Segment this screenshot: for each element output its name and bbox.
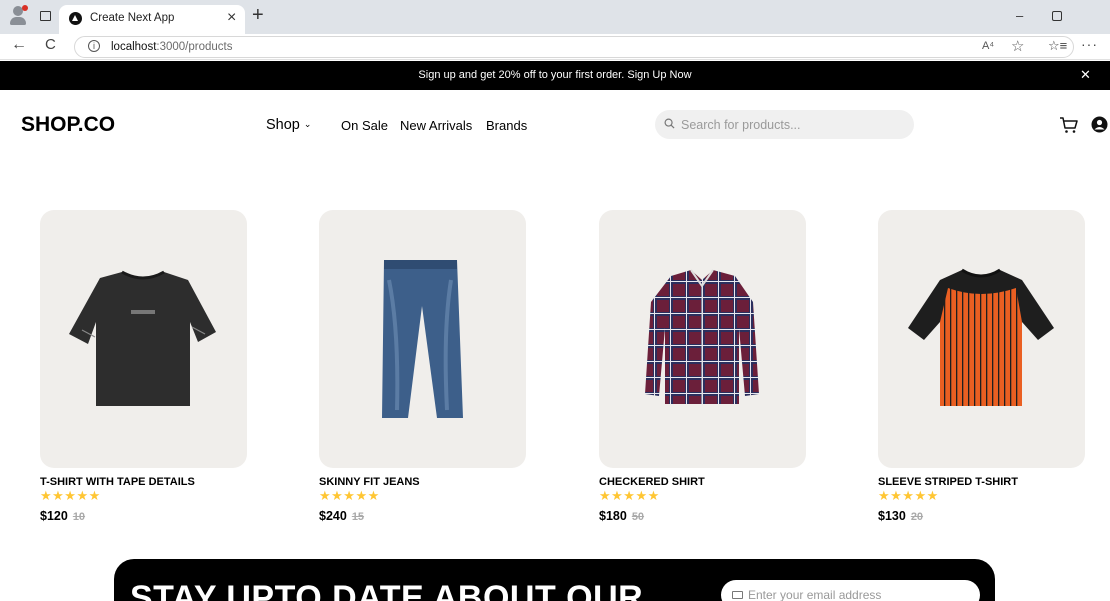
newsletter-section: STAY UPTO DATE ABOUT OUR Enter your emai… xyxy=(114,559,995,601)
address-bar-row: ← C i localhost:3000/products A⁴ ☆ ☆≡ ··… xyxy=(0,34,1110,60)
product-name[interactable]: CHECKERED SHIRT xyxy=(599,476,807,488)
product-card[interactable]: T-SHIRT WITH TAPE DETAILS ★★★★★ $120 10 xyxy=(40,210,248,523)
product-price: $240 xyxy=(319,509,347,523)
product-name[interactable]: T-SHIRT WITH TAPE DETAILS xyxy=(40,476,248,488)
chevron-down-icon: ⌄ xyxy=(303,119,312,129)
browser-tab[interactable]: Create Next App × xyxy=(59,5,245,34)
url-input[interactable]: i localhost:3000/products A⁴ ☆ xyxy=(74,36,1074,58)
rating-stars: ★★★★★ xyxy=(878,488,939,503)
profile-icon[interactable] xyxy=(8,5,30,27)
rating-stars: ★★★★★ xyxy=(40,488,101,503)
price-row: $240 15 xyxy=(319,509,527,523)
product-card[interactable]: CHECKERED SHIRT ★★★★★ $180 50 xyxy=(599,210,807,523)
tab-actions-icon[interactable] xyxy=(40,11,51,21)
original-price: 20 xyxy=(910,511,924,523)
promo-banner: Sign up and get 20% off to your first or… xyxy=(0,61,1110,90)
price-row: $180 50 xyxy=(599,509,807,523)
mail-icon xyxy=(732,591,743,599)
site-info-icon[interactable]: i xyxy=(88,40,100,52)
favorites-icon[interactable]: ☆≡ xyxy=(1048,38,1067,54)
plaid-shirt-icon xyxy=(645,269,759,404)
minimize-button[interactable]: – xyxy=(1016,8,1023,23)
nav-shop-dropdown[interactable]: Shop ⌄ xyxy=(266,117,311,133)
blue-jeans-icon xyxy=(382,260,463,418)
black-tshirt-icon xyxy=(69,270,216,406)
product-card[interactable]: SLEEVE STRIPED T-SHIRT ★★★★★ $130 20 xyxy=(878,210,1086,523)
rating-stars: ★★★★★ xyxy=(599,488,660,503)
email-placeholder: Enter your email address xyxy=(748,588,882,601)
search-placeholder: Search for products... xyxy=(681,118,801,132)
newsletter-title: STAY UPTO DATE ABOUT OUR xyxy=(130,579,644,601)
browser-tab-bar: Create Next App × + – xyxy=(0,0,1110,34)
site-logo[interactable]: SHOP.CO xyxy=(21,113,115,137)
product-image[interactable] xyxy=(319,210,526,468)
product-card[interactable]: SKINNY FIT JEANS ★★★★★ $240 15 xyxy=(319,210,527,523)
product-price: $180 xyxy=(599,509,627,523)
price-row: $130 20 xyxy=(878,509,1086,523)
product-image[interactable] xyxy=(40,210,247,468)
nav-brands[interactable]: Brands xyxy=(486,118,527,133)
product-price: $120 xyxy=(40,509,68,523)
nav-on-sale[interactable]: On Sale xyxy=(341,118,388,133)
original-price: 15 xyxy=(351,511,365,523)
product-price: $130 xyxy=(878,509,906,523)
price-row: $120 10 xyxy=(40,509,248,523)
tab-close-button[interactable]: × xyxy=(227,9,236,27)
back-button[interactable]: ← xyxy=(11,36,27,54)
search-icon xyxy=(664,118,675,129)
url-text: localhost:3000/products xyxy=(111,41,233,53)
striped-tshirt-icon xyxy=(908,268,1054,406)
promo-signup-link[interactable]: Sign Up Now xyxy=(627,69,691,81)
cart-icon[interactable] xyxy=(1059,116,1079,134)
search-bar[interactable]: Search for products... xyxy=(655,110,914,139)
product-image[interactable] xyxy=(599,210,806,468)
rating-stars: ★★★★★ xyxy=(319,488,380,503)
promo-text: Sign up and get 20% off to your first or… xyxy=(418,69,692,81)
newsletter-email-input[interactable]: Enter your email address xyxy=(721,580,980,601)
tab-title: Create Next App xyxy=(90,12,175,24)
new-tab-button[interactable]: + xyxy=(252,4,264,26)
product-name[interactable]: SKINNY FIT JEANS xyxy=(319,476,527,488)
reload-button[interactable]: C xyxy=(45,36,56,53)
original-price: 10 xyxy=(72,511,86,523)
maximize-button[interactable] xyxy=(1052,11,1062,21)
product-image[interactable] xyxy=(878,210,1085,468)
favorite-star-icon[interactable]: ☆ xyxy=(1011,37,1024,55)
nextjs-favicon-icon xyxy=(69,12,82,25)
read-aloud-icon[interactable]: A⁴ xyxy=(982,40,994,52)
account-icon[interactable] xyxy=(1091,116,1108,133)
more-menu-button[interactable]: ··· xyxy=(1081,36,1098,52)
original-price: 50 xyxy=(631,511,645,523)
product-name[interactable]: SLEEVE STRIPED T-SHIRT xyxy=(878,476,1086,488)
promo-close-button[interactable]: ✕ xyxy=(1080,67,1091,83)
nav-new-arrivals[interactable]: New Arrivals xyxy=(400,118,472,133)
